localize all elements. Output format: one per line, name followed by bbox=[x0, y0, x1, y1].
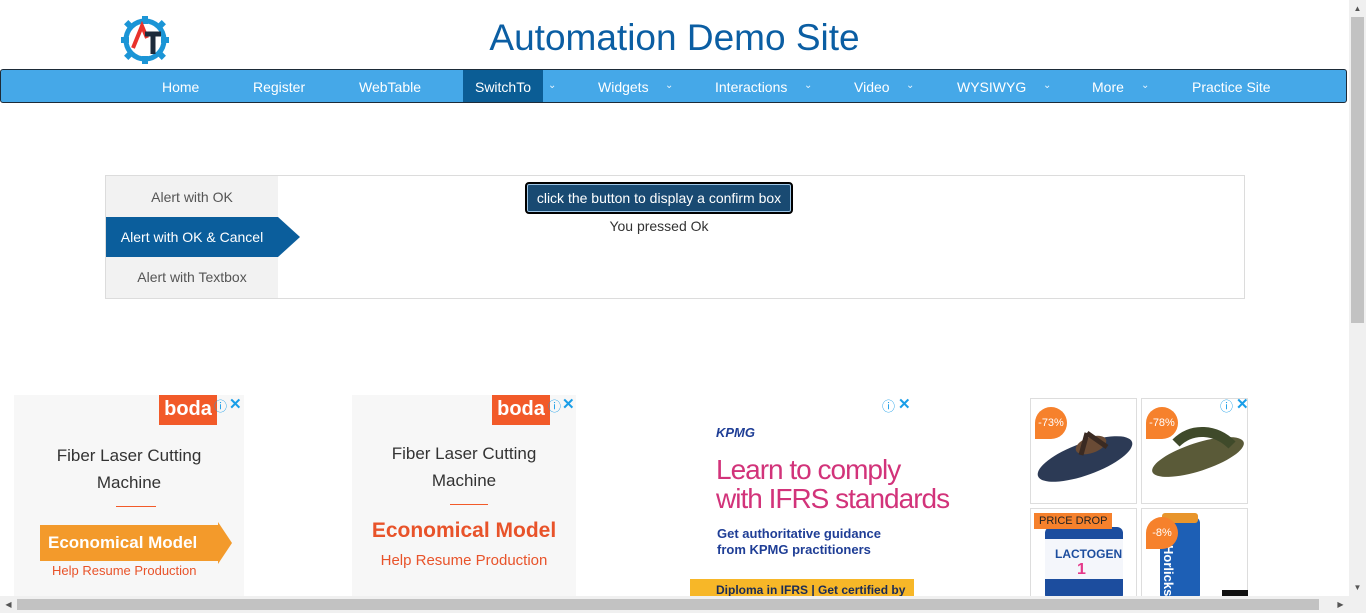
ad-boda-2[interactable]: boda Fiber Laser Cutting Machine Economi… bbox=[352, 395, 576, 600]
nav-more[interactable]: More bbox=[1092, 70, 1124, 102]
ad-cta-button[interactable]: Economical Model bbox=[40, 525, 218, 561]
ad-subline: Help Resume Production bbox=[380, 552, 548, 569]
scroll-right-icon[interactable]: ▶ bbox=[1332, 596, 1349, 613]
discount-tag: -73% bbox=[1035, 407, 1067, 439]
ad-headline-1: Learn to comply bbox=[716, 454, 901, 485]
ad-close-icon[interactable]: ✕ bbox=[229, 395, 242, 413]
product-variant: 1 bbox=[1077, 561, 1086, 578]
nav-webtable[interactable]: WebTable bbox=[359, 70, 421, 102]
ad-headline: Fiber Laser Cutting bbox=[391, 444, 537, 463]
vertical-scroll-thumb[interactable] bbox=[1351, 17, 1364, 323]
horizontal-scroll-thumb[interactable] bbox=[17, 599, 1319, 610]
ad-headline-2: Machine bbox=[431, 471, 497, 490]
result-text: You pressed Ok bbox=[609, 218, 709, 234]
alerts-panel: Alert with OK Alert with OK & Cancel Ale… bbox=[105, 175, 1245, 299]
ad-headline-2: with IFRS standards bbox=[716, 483, 950, 514]
kpmg-logo: KPMG bbox=[716, 425, 755, 440]
arrow-icon bbox=[218, 522, 232, 564]
tab-active-arrow bbox=[278, 217, 300, 257]
ad-subtext-2: from KPMG practitioners bbox=[717, 542, 871, 557]
tab-alert-ok-cancel[interactable]: Alert with OK & Cancel bbox=[106, 217, 300, 257]
chevron-down-icon[interactable]: ⌄ bbox=[548, 70, 556, 102]
ad-info-icon[interactable]: ⓘ bbox=[548, 396, 561, 415]
horizontal-scrollbar[interactable]: ◀ ▶ bbox=[0, 596, 1349, 613]
product-tile[interactable]: -73% bbox=[1030, 398, 1137, 504]
nav-interactions[interactable]: Interactions bbox=[715, 70, 787, 102]
chevron-down-icon[interactable]: ⌄ bbox=[906, 70, 914, 102]
ad-divider bbox=[450, 504, 488, 505]
boda-logo: boda bbox=[159, 395, 217, 425]
scroll-up-icon[interactable]: ▲ bbox=[1349, 0, 1366, 17]
ad-close-icon[interactable]: ✕ bbox=[1236, 395, 1249, 413]
discount-tag: -8% bbox=[1146, 517, 1178, 549]
ad-info-icon[interactable]: ⓘ bbox=[882, 396, 895, 415]
ad-close-icon[interactable]: ✕ bbox=[562, 395, 575, 413]
tab-alert-ok[interactable]: Alert with OK bbox=[106, 177, 278, 217]
product-tile[interactable]: Horlicks -8% bbox=[1141, 508, 1248, 600]
nav-wysiwyg[interactable]: WYSIWYG bbox=[957, 70, 1026, 102]
boda-logo: boda bbox=[492, 395, 550, 425]
chevron-down-icon[interactable]: ⌄ bbox=[1043, 70, 1051, 102]
ad-subtext: Get authoritative guidance from KPMG pra… bbox=[717, 526, 881, 558]
ad-headline[interactable]: Learn to comply with IFRS standards bbox=[716, 454, 950, 514]
ad-cta-text: Economical Model bbox=[371, 519, 557, 542]
tab-label: Alert with OK & Cancel bbox=[120, 229, 264, 245]
scroll-down-icon[interactable]: ▼ bbox=[1349, 579, 1366, 596]
product-tile[interactable]: LACTOGEN 1 PRICE DROP bbox=[1030, 508, 1137, 600]
chevron-down-icon[interactable]: ⌄ bbox=[665, 70, 673, 102]
chevron-down-icon[interactable]: ⌄ bbox=[804, 70, 812, 102]
ad-subline: Help Resume Production bbox=[52, 563, 197, 578]
chevron-down-icon[interactable]: ⌄ bbox=[1141, 70, 1149, 102]
ad-divider bbox=[116, 506, 156, 507]
ad-boda-1[interactable]: boda Fiber Laser Cutting Machine Economi… bbox=[14, 395, 244, 600]
product-name: LACTOGEN bbox=[1055, 547, 1123, 561]
nav-switchto[interactable]: SwitchTo bbox=[463, 70, 543, 102]
ad-close-icon[interactable]: ✕ bbox=[898, 395, 911, 413]
ad-subtext-1: Get authoritative guidance bbox=[717, 526, 881, 541]
price-drop-badge: PRICE DROP bbox=[1034, 513, 1113, 529]
ad-info-icon[interactable]: ⓘ bbox=[214, 396, 227, 415]
main-navbar: Home Register WebTable SwitchTo ⌄ Widget… bbox=[0, 69, 1347, 103]
ad-headline-2: Machine bbox=[96, 473, 162, 492]
ad-info-icon[interactable]: ⓘ bbox=[1220, 396, 1233, 415]
nav-widgets[interactable]: Widgets bbox=[598, 70, 649, 102]
scroll-left-icon[interactable]: ◀ bbox=[0, 596, 17, 613]
confirm-box-button[interactable]: click the button to display a confirm bo… bbox=[525, 182, 793, 214]
alerts-tab-list: Alert with OK Alert with OK & Cancel Ale… bbox=[106, 176, 300, 298]
nav-video[interactable]: Video bbox=[854, 70, 890, 102]
discount-tag: -78% bbox=[1146, 407, 1178, 439]
vertical-scrollbar[interactable]: ▲ ▼ bbox=[1349, 0, 1366, 613]
nav-register[interactable]: Register bbox=[253, 70, 305, 102]
page-title: Automation Demo Site bbox=[489, 17, 860, 58]
nav-practice-site[interactable]: Practice Site bbox=[1192, 70, 1271, 102]
nav-home[interactable]: Home bbox=[162, 70, 199, 102]
ad-headline: Fiber Laser Cutting bbox=[56, 446, 202, 465]
tab-alert-textbox[interactable]: Alert with Textbox bbox=[106, 257, 278, 297]
